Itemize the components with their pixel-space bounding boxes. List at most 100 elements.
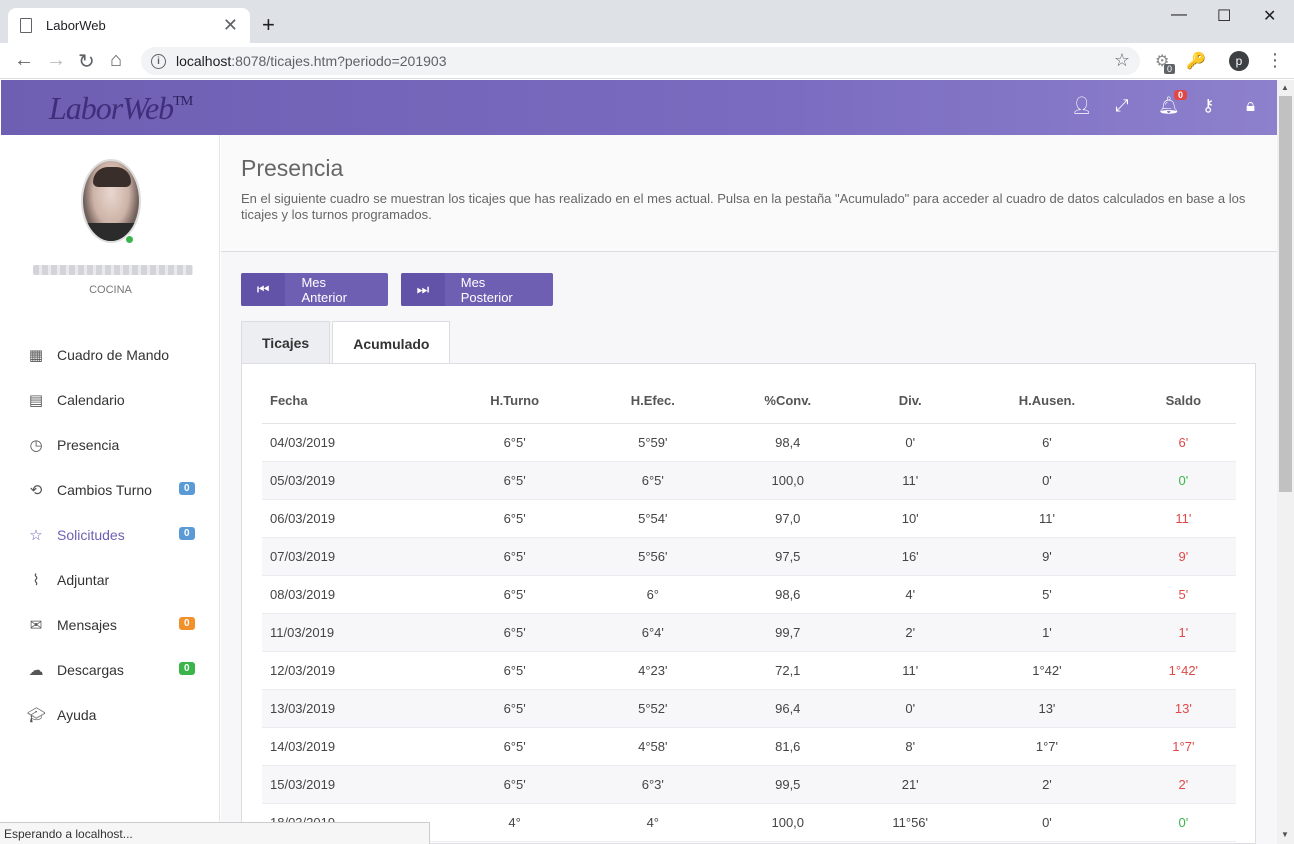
maximize-icon[interactable]: ☐ [1217,6,1231,26]
table-row: 05/03/2019 6°5' 6°5' 100,0 11' 0' 0' [262,461,1236,500]
next-month-button[interactable]: ⏭︎ Mes Posterior [401,273,553,306]
sidebar-menu: ▦ Cuadro de Mando ▤ Calendario ◷ Presenc… [1,332,220,737]
sidebar-item-presencia[interactable]: ◷ Presencia [1,422,220,467]
table-row: 11/03/2019 6°5' 6°4' 99,7 2' 1' 1' [262,613,1236,652]
sidebar: COCINA ▦ Cuadro de Mando ▤ Calendario ◷ … [1,135,220,844]
key-icon[interactable]: ⚷ [1202,96,1214,116]
profile-avatar[interactable]: p [1229,51,1249,71]
sidebar-item-calendario[interactable]: ▤ Calendario [1,377,220,422]
sidebar-item-descargas[interactable]: ☁ Descargas 0 [1,647,220,692]
table-header-row: Fecha H.Turno H.Efec. %Conv. Div. H.Ausen. Sal… [262,379,1236,424]
close-window-icon[interactable]: ✕ [1263,6,1276,26]
table-cell: 11' [1130,499,1236,538]
table-cell: 11°56' [857,803,964,842]
page-description: En el siguiente cuadro se muestran los t… [241,191,1246,222]
bookmark-star-icon[interactable]: ☆ [1114,50,1130,71]
browser-tab[interactable]: LaborWeb ✕ [8,8,250,43]
table-cell: 6°4' [587,613,719,652]
table-cell: 6°5' [442,613,588,652]
fullscreen-icon[interactable]: ⤢ [1115,96,1129,116]
page-icon [20,18,32,33]
count-badge: 0 [179,527,195,540]
tab-acumulado[interactable]: Acumulado [332,321,451,365]
page-scrollbar[interactable]: ▲ ▼ [1277,80,1294,844]
table-cell: 16' [857,537,964,576]
table-cell: 8' [857,727,964,766]
address-bar[interactable]: i localhost:8078/ticajes.htm?periodo=201… [141,47,1140,75]
key-extension-icon[interactable]: 🔑 [1186,51,1206,71]
app-header: LaborWebTM 👤︎ ⤢ 🔔︎ ⚷ 🔒︎ [1,80,1277,135]
scrollbar-thumb[interactable] [1279,96,1292,492]
next-month-label: Mes Posterior [460,274,513,305]
info-icon[interactable]: i [151,53,166,69]
table-cell: 06/03/2019 [262,499,442,538]
table-cell: 11' [963,499,1131,538]
user-icon[interactable]: 👤︎ [1071,96,1093,116]
envelope-icon: ✉ [29,616,43,634]
online-status-dot [125,235,134,244]
table-cell: 0' [857,423,964,462]
table-cell: 98,4 [718,423,858,462]
browser-toolbar: ← → ↻ ⌂ i localhost:8078/ticajes.htm?per… [0,43,1294,79]
home-icon[interactable]: ⌂ [110,49,122,72]
table-row: 07/03/2019 6°5' 5°56' 97,5 16' 9' 9' [262,537,1236,576]
table-cell: 1' [963,613,1131,652]
scroll-down-icon[interactable]: ▼ [1281,830,1289,839]
close-tab-icon[interactable]: ✕ [223,15,238,36]
skip-forward-icon: ⏭︎ [401,273,445,306]
user-name-blurred [33,265,193,275]
sidebar-item-cambios-turno[interactable]: ⟲ Cambios Turno 0 [1,467,220,512]
sidebar-item-cuadro-de-mando[interactable]: ▦ Cuadro de Mando [1,332,220,377]
table-cell: 2' [857,613,964,652]
table-cell: 6°5' [442,499,588,538]
scroll-up-icon[interactable]: ▲ [1281,83,1289,92]
column-header: Fecha [262,379,442,424]
table-cell: 14/03/2019 [262,727,442,766]
reload-icon[interactable]: ↻ [78,49,95,74]
table-cell: 10' [857,499,964,538]
prev-month-label: Mes Anterior [301,274,347,305]
table-cell: 5°59' [587,423,719,462]
table-cell: 6°5' [442,423,588,462]
table-cell: 6°5' [442,651,588,690]
app-logo[interactable]: LaborWebTM [49,90,193,127]
url-host: localhost [176,53,232,69]
table-cell: 13' [963,689,1131,728]
table-cell: 2' [963,765,1131,804]
new-tab-icon[interactable]: + [262,12,275,38]
clock-icon: ◷ [29,436,43,454]
table-cell: 4° [442,803,588,842]
sidebar-item-adjuntar[interactable]: ⌇ Adjuntar [1,557,220,602]
tab-ticajes[interactable]: Ticajes [241,321,331,364]
sidebar-item-label: Presencia [57,436,120,453]
forward-icon[interactable]: → [46,49,66,72]
menu-kebab-icon[interactable]: ⋮ [1266,50,1284,71]
table-cell: 6°5' [442,765,588,804]
table-cell: 0' [963,803,1131,842]
table-cell: 5' [963,575,1131,614]
star-icon: ☆ [29,526,43,544]
logo-text: LaborWeb [49,90,174,126]
browser-status-bar: Esperando a localhost... [0,822,430,844]
table-cell: 6°5' [442,575,588,614]
table-cell: 12/03/2019 [262,651,442,690]
graduation-cap-icon: 🎓︎ [27,706,47,724]
table-cell: 11' [857,461,964,500]
lock-icon[interactable]: 🔒︎ [1246,96,1255,116]
page-title: Presencia [241,155,344,181]
table-cell: 5°56' [587,537,719,576]
sidebar-item-mensajes[interactable]: ✉ Mensajes 0 [1,602,220,647]
grid-icon: ▦ [28,346,44,364]
back-icon[interactable]: ← [14,49,34,72]
table-cell: 97,5 [718,537,858,576]
table-row: 12/03/2019 6°5' 4°23' 72,1 11' 1°42' 1°42' [262,651,1236,690]
content-tabs: Ticajes Acumulado [241,321,451,365]
user-department: COCINA [89,284,132,296]
sidebar-item-solicitudes[interactable]: ☆ Solicitudes 0 [1,512,220,557]
prev-month-button[interactable]: ⏮︎ Mes Anterior [241,273,388,306]
sidebar-item-label: Adjuntar [57,571,110,588]
extension-badge: 0 [1164,64,1176,74]
sidebar-item-ayuda[interactable]: 🎓︎ Ayuda [1,692,220,737]
minimize-icon[interactable]: — [1171,6,1187,24]
table-cell: 4°58' [587,727,719,766]
